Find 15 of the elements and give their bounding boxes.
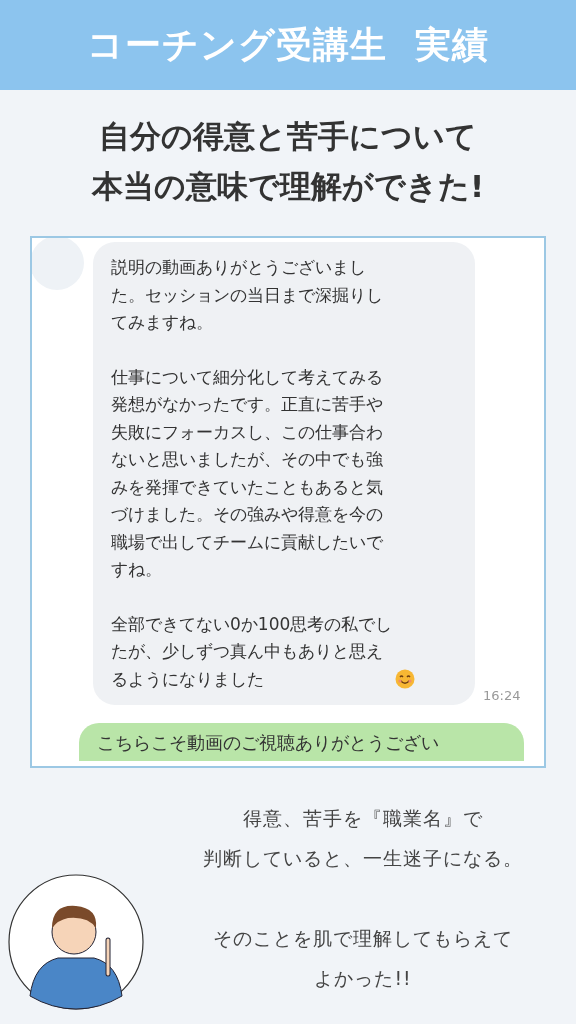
message-text: 説明の動画ありがとうございました。セッションの当日まで深掘りしてみますね。 xyxy=(111,257,383,332)
sender-avatar-icon xyxy=(32,238,84,290)
comment-text: よかった!! xyxy=(314,966,412,991)
message-text: 仕事について細分化して考えてみる発想がなかったです。正直に苦手や失敗にフォーカスし、この仕事合わないと思いましたが、その中でも強みを発揮できていたこともあると気づけました。その強みや得意を今の職場で出してチームに貢献したいですね。 xyxy=(111,366,383,579)
message-text: こちらこそ動画のご視聴ありがとうござい xyxy=(97,733,439,753)
message-time: 16:24 xyxy=(483,688,521,703)
comment-text: 得意、苦手を『職業名』で xyxy=(243,806,483,831)
comment-text: 判断していると、一生迷子になる。 xyxy=(203,846,523,871)
smiling-face-icon xyxy=(395,669,415,689)
comment-text: そのことを肌で理解してもらえて xyxy=(213,926,513,951)
headline-text: 自分の得意と苦手について xyxy=(99,117,477,156)
page-title: コーチング受講生 実績 xyxy=(87,22,489,67)
person-avatar-icon xyxy=(8,874,144,1010)
message-text: 全部できてない0か100思考の私でしたが、少しずつ真ん中もありと思えるようになりました xyxy=(111,612,393,691)
headline-text: 本当の意味で理解ができた! xyxy=(91,167,485,206)
